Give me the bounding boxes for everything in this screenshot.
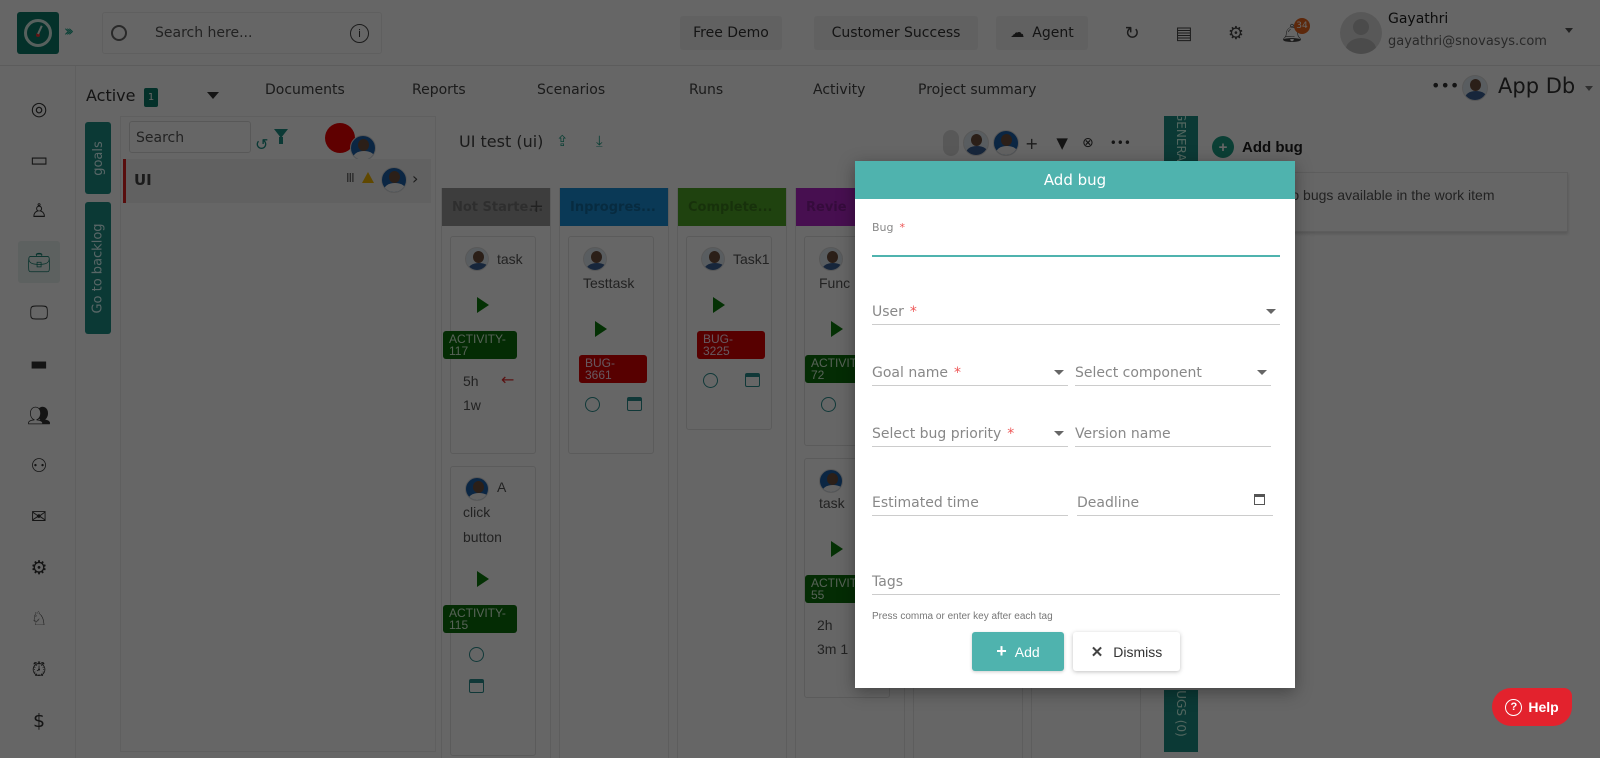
add-label: Add: [1014, 643, 1040, 660]
tags-input[interactable]: Tags: [872, 569, 1280, 595]
plus-icon: +: [996, 641, 1007, 661]
priority-label: Select bug priority *: [872, 426, 1015, 442]
dropdown-caret-icon: [1054, 370, 1064, 375]
question-icon: ?: [1505, 698, 1523, 716]
deadline-label: Deadline: [1077, 495, 1140, 511]
calendar-icon[interactable]: [1254, 494, 1265, 505]
add-button[interactable]: + Add: [972, 632, 1064, 671]
component-select[interactable]: Select component: [1075, 360, 1271, 386]
dismiss-label: Dismiss: [1113, 643, 1163, 660]
bug-label: Bug *: [872, 221, 906, 234]
dialog-title: Add bug: [855, 161, 1295, 199]
version-name-input[interactable]: Version name: [1075, 421, 1271, 447]
close-icon: ✕: [1090, 643, 1104, 661]
bug-priority-select[interactable]: Select bug priority *: [872, 421, 1068, 447]
dropdown-caret-icon: [1054, 431, 1064, 436]
dismiss-button[interactable]: ✕ Dismiss: [1073, 632, 1180, 671]
bug-input[interactable]: Bug *: [872, 221, 1280, 257]
add-bug-dialog: Add bug Bug * User * Goal name * Select com…: [855, 161, 1295, 688]
tags-hint: Press comma or enter key after each tag: [872, 611, 1053, 622]
help-button[interactable]: ? Help: [1492, 688, 1572, 726]
estimate-label: Estimated time: [872, 495, 979, 511]
user-select[interactable]: User *: [872, 299, 1280, 325]
version-label: Version name: [1075, 426, 1171, 442]
component-label: Select component: [1075, 365, 1202, 381]
dropdown-caret-icon: [1266, 309, 1276, 314]
tags-label: Tags: [872, 574, 903, 590]
goal-name-select[interactable]: Goal name *: [872, 360, 1068, 386]
deadline-input[interactable]: Deadline: [1077, 490, 1273, 516]
user-label: User *: [872, 304, 917, 320]
modal-backdrop[interactable]: [0, 0, 1600, 761]
help-label: Help: [1528, 699, 1559, 715]
estimated-time-input[interactable]: Estimated time: [872, 490, 1068, 516]
goal-name-label: Goal name *: [872, 365, 962, 381]
dropdown-caret-icon: [1257, 370, 1267, 375]
